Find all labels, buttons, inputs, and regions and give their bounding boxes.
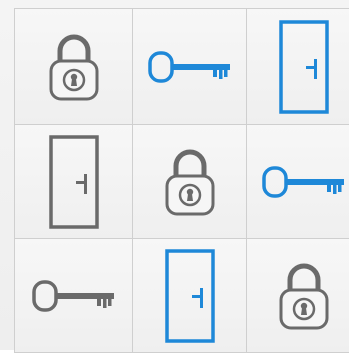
padlock-icon <box>47 31 101 103</box>
padlock-icon <box>163 146 217 218</box>
puzzle-grid <box>0 0 349 353</box>
grid-cell-r2-c2[interactable] <box>132 124 247 239</box>
key-icon <box>261 164 347 200</box>
door-icon <box>48 134 100 230</box>
grid-cell-r1-c3[interactable] <box>246 8 349 125</box>
grid-cell-r3-c1[interactable] <box>14 238 133 353</box>
grid-cell-r1-c1[interactable] <box>14 8 133 125</box>
grid-cell-r3-c3[interactable] <box>246 238 349 353</box>
door-icon <box>278 19 330 115</box>
grid-cell-r3-c2[interactable] <box>132 238 247 353</box>
door-icon <box>164 248 216 344</box>
key-icon <box>31 278 117 314</box>
padlock-icon <box>277 260 331 332</box>
grid-cell-r2-c1[interactable] <box>14 124 133 239</box>
key-icon <box>147 49 233 85</box>
grid-cell-r2-c3[interactable] <box>246 124 349 239</box>
grid-cell-r1-c2[interactable] <box>132 8 247 125</box>
